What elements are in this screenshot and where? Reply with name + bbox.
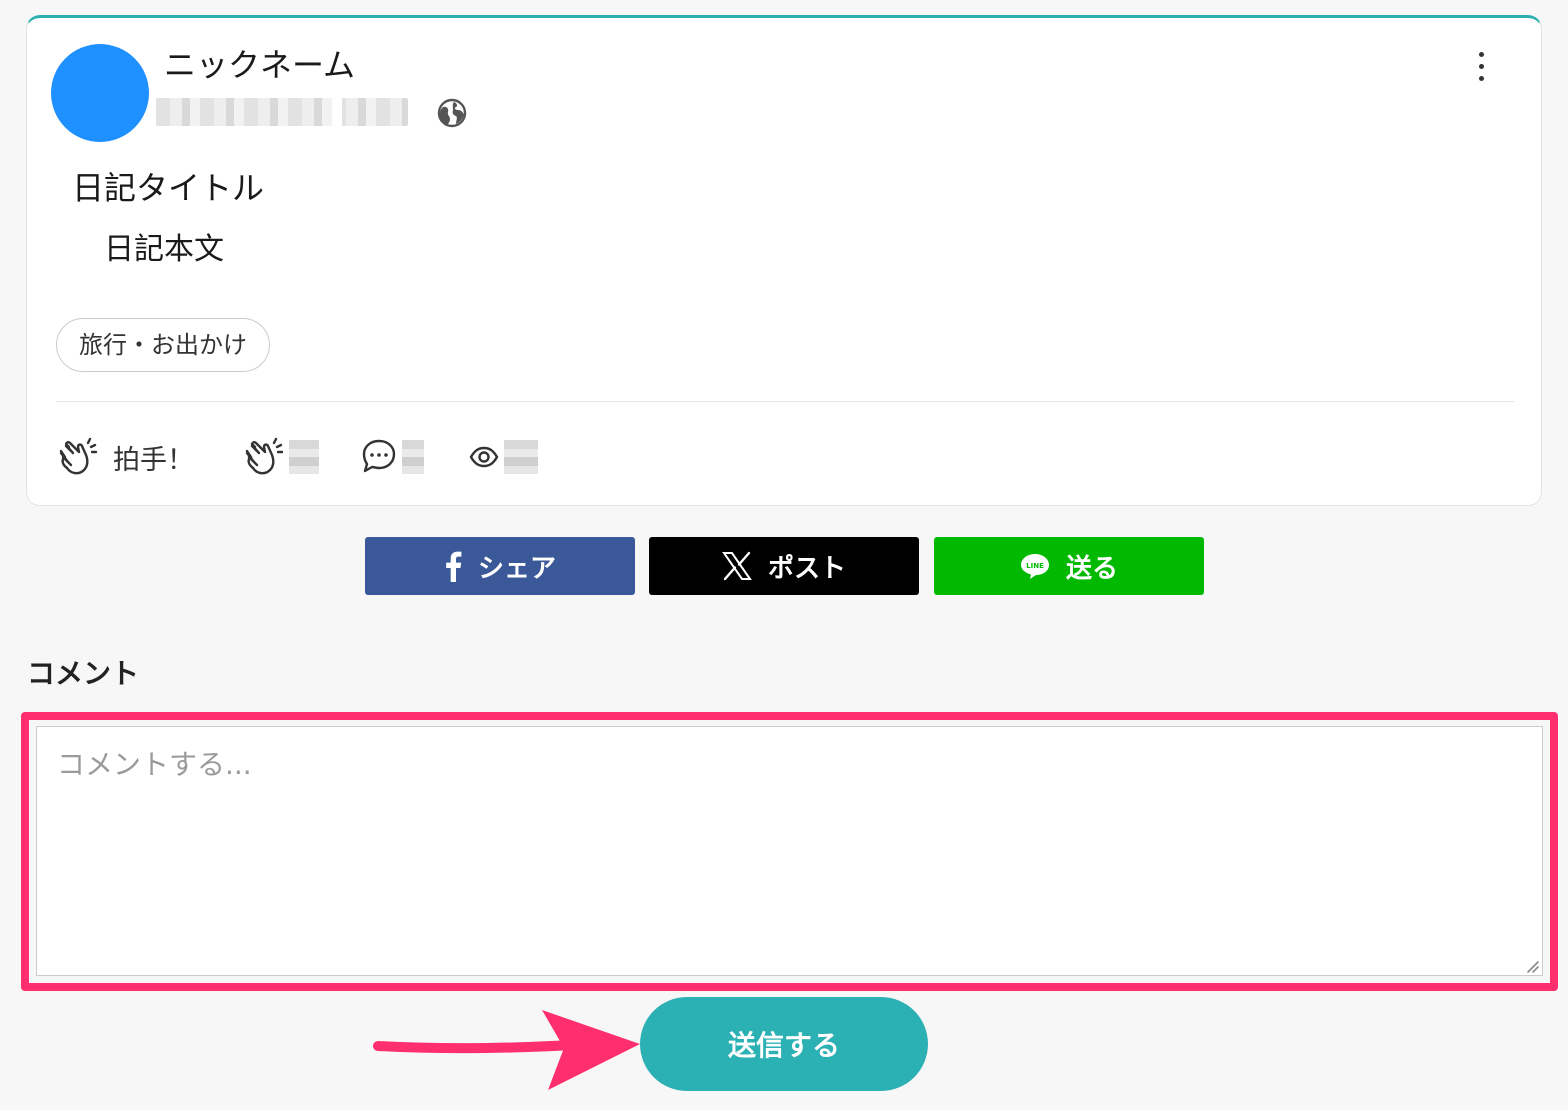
avatar[interactable] [51, 44, 149, 142]
pointer-arrow [373, 1010, 640, 1090]
x-logo-icon [722, 551, 752, 581]
view-count-redacted [504, 440, 538, 474]
divider [56, 401, 1514, 402]
speech-bubble-icon [360, 437, 398, 477]
line-send-button[interactable]: LINE 送る [934, 537, 1204, 595]
svg-text:LINE: LINE [1026, 562, 1044, 570]
eye-icon [468, 441, 500, 473]
line-send-label: 送る [1065, 553, 1118, 584]
clap-count-redacted [289, 440, 319, 474]
facebook-share-button[interactable]: シェア [365, 537, 635, 595]
post-body: 日記本文 [104, 232, 224, 267]
more-vertical-icon[interactable] [1473, 52, 1489, 88]
line-logo-icon: LINE [1020, 552, 1050, 580]
clap-button[interactable]: 拍手！ [57, 435, 194, 479]
clap-icon [243, 437, 285, 477]
facebook-icon [444, 550, 462, 582]
clap-label: 拍手！ [113, 444, 194, 476]
x-post-button[interactable]: ポスト [649, 537, 919, 595]
comment-input[interactable] [36, 726, 1543, 976]
post-title: 日記タイトル [72, 169, 265, 207]
clap-icon [57, 437, 99, 477]
category-tag[interactable]: 旅行・お出かけ [56, 318, 270, 372]
post-meta-redacted [156, 98, 408, 126]
submit-comment-button[interactable]: 送信する [640, 997, 928, 1091]
view-count [468, 435, 538, 479]
comment-count[interactable] [360, 435, 424, 479]
facebook-share-label: シェア [477, 553, 556, 584]
diary-post-card: ニックネーム 日記タイトル 日記本文 旅行・お出かけ 拍手！ [26, 15, 1542, 506]
clap-count [243, 435, 319, 479]
nickname[interactable]: ニックネーム [164, 45, 355, 85]
comment-heading: コメント [27, 657, 140, 690]
x-post-label: ポスト [767, 553, 846, 584]
comment-count-redacted [402, 440, 424, 474]
globe-icon [437, 98, 467, 128]
resize-handle-icon[interactable] [1522, 956, 1540, 974]
